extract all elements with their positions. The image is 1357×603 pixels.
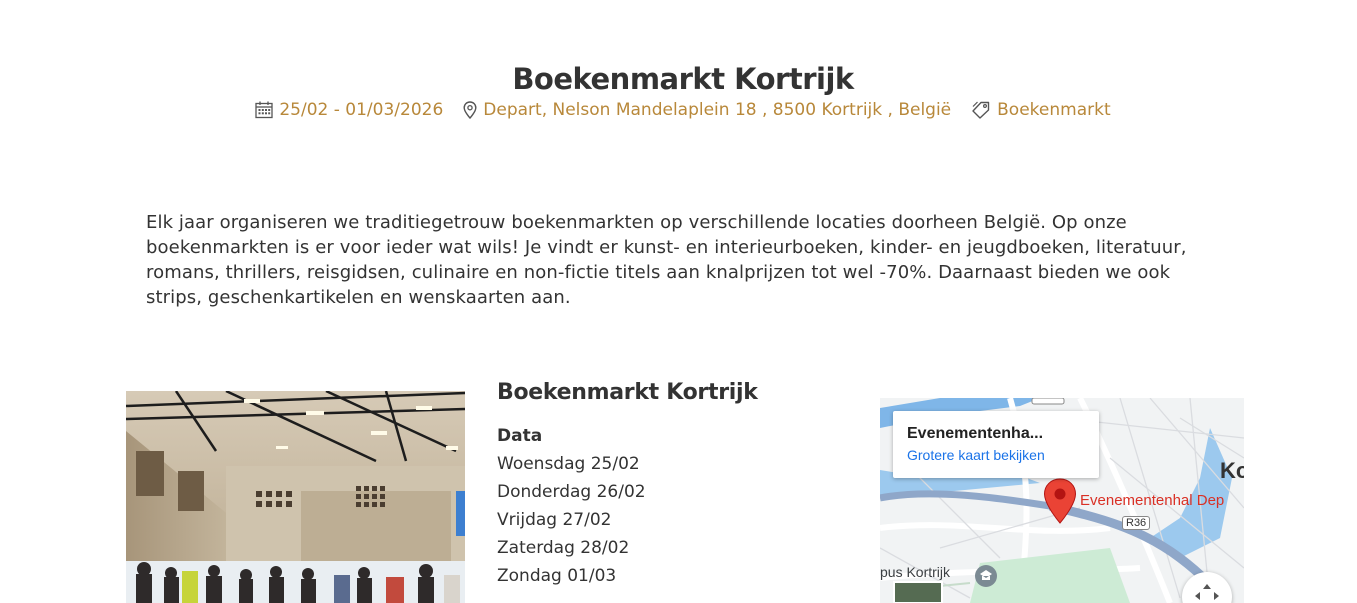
event-meta: 25/02 - 01/03/2026 Depart, Nelson Mandel… bbox=[0, 100, 1357, 120]
event-photo bbox=[126, 391, 465, 603]
info-title: Boekenmarkt Kortrijk bbox=[497, 380, 758, 405]
event-category-text[interactable]: Boekenmarkt bbox=[997, 100, 1110, 120]
tag-icon bbox=[972, 101, 990, 119]
map-venue-label: Evenementenhal Dep bbox=[1080, 492, 1225, 509]
map-city-label: Ko bbox=[1220, 458, 1244, 483]
event-hall-image bbox=[126, 391, 465, 603]
larger-map-link[interactable]: Grotere kaart bekijken bbox=[907, 447, 1085, 463]
event-location[interactable]: Depart, Nelson Mandelaplein 18 , 8500 Ko… bbox=[463, 100, 951, 120]
date-item: Donderdag 26/02 bbox=[497, 482, 646, 502]
event-location-text[interactable]: Depart, Nelson Mandelaplein 18 , 8500 Ko… bbox=[483, 100, 951, 120]
map-marker-icon[interactable] bbox=[1043, 478, 1077, 524]
date-item: Zaterdag 28/02 bbox=[497, 538, 630, 558]
date-item: Zondag 01/03 bbox=[497, 566, 617, 586]
map-embed[interactable]: Evenementenhal Dep Ko R36 pus Kortrijk E… bbox=[880, 398, 1244, 603]
date-item: Vrijdag 27/02 bbox=[497, 510, 612, 530]
date-item: Woensdag 25/02 bbox=[497, 454, 640, 474]
intro-text: Elk jaar organiseren we traditiegetrouw … bbox=[146, 212, 1187, 308]
page-title: Boekenmarkt Kortrijk bbox=[512, 62, 854, 96]
map-campus-label: pus Kortrijk bbox=[880, 564, 951, 580]
event-category[interactable]: Boekenmarkt bbox=[971, 100, 1111, 120]
event-date: 25/02 - 01/03/2026 bbox=[255, 100, 443, 120]
map-road-label: R36 bbox=[1122, 516, 1151, 530]
fullscreen-icon bbox=[1195, 584, 1219, 600]
calendar-icon bbox=[255, 101, 274, 119]
map-info-card: Evenementenha... Grotere kaart bekijken bbox=[893, 411, 1099, 478]
map-card-title: Evenementenha... bbox=[907, 425, 1044, 442]
event-date-text: 25/02 - 01/03/2026 bbox=[279, 100, 444, 120]
map-pin-icon bbox=[463, 101, 477, 119]
event-info: Boekenmarkt Kortrijk Data Woensdag 25/02… bbox=[497, 380, 837, 590]
dates-label: Data bbox=[497, 426, 543, 446]
